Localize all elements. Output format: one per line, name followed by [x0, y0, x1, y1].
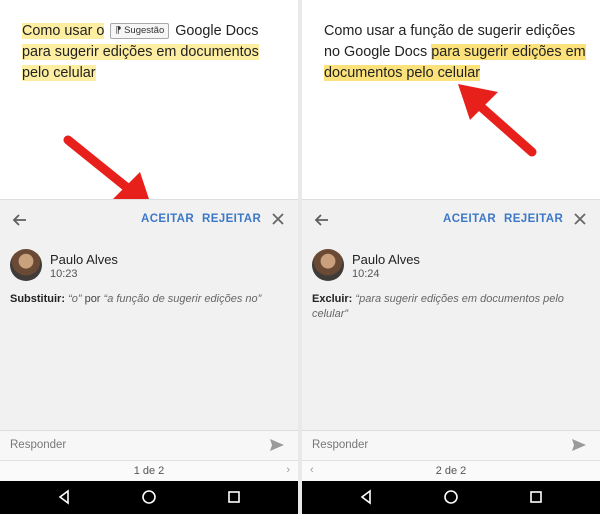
- android-navbar: [302, 481, 600, 514]
- suggestion-chip-label: Sugestão: [124, 25, 165, 36]
- suggestion-detail: Excluir: “para sugerir edições em docume…: [312, 292, 582, 322]
- arrow-back-icon[interactable]: [10, 210, 30, 230]
- accept-button[interactable]: ACEITAR: [141, 213, 194, 225]
- pager-label: 2 de 2: [435, 465, 467, 477]
- comment-toolbar: ACEITAR REJEITAR: [0, 200, 298, 240]
- avatar: [10, 249, 42, 281]
- document-text[interactable]: Como usar a função de sugerir edições no…: [324, 21, 586, 84]
- nav-home-icon[interactable]: [443, 489, 459, 505]
- right-screen: Como usar a função de sugerir edições no…: [302, 0, 600, 514]
- comment-panel: ACEITAR REJEITAR Paulo Alves 10:24 Exclu…: [302, 199, 600, 431]
- nav-home-icon[interactable]: [141, 489, 157, 505]
- close-icon[interactable]: [268, 209, 288, 229]
- nav-back-icon[interactable]: [56, 489, 72, 505]
- doc-text-after: Google Docs: [171, 23, 259, 39]
- document-area[interactable]: Como usar o ⁋ Sugestão Google Docs para …: [0, 0, 298, 208]
- arrow-back-icon[interactable]: [312, 210, 332, 230]
- doc-highlight: para sugerir edições em documentos pelo …: [22, 44, 259, 81]
- new-text: “a função de sugerir edições no”: [103, 293, 262, 305]
- comment-time: 10:24: [352, 268, 380, 280]
- reject-button[interactable]: REJEITAR: [504, 213, 563, 225]
- nav-back-icon[interactable]: [358, 489, 374, 505]
- comment-panel: ACEITAR REJEITAR Paulo Alves 10:23 Subst…: [0, 199, 298, 431]
- send-icon[interactable]: [268, 436, 286, 454]
- reply-input[interactable]: Responder: [312, 439, 368, 451]
- connector-text: por: [81, 293, 104, 305]
- nav-recents-icon[interactable]: [528, 489, 544, 505]
- reply-bar: Responder: [0, 430, 298, 461]
- comment-author: Paulo Alves: [50, 252, 118, 267]
- reply-input[interactable]: Responder: [10, 439, 66, 451]
- pager-label: 1 de 2: [133, 465, 165, 477]
- pager: ‹ 2 de 2: [302, 460, 600, 482]
- comment-author: Paulo Alves: [352, 252, 420, 267]
- comment-time: 10:23: [50, 268, 78, 280]
- suggestion-chip[interactable]: ⁋ Sugestão: [110, 23, 170, 39]
- comment-toolbar: ACEITAR REJEITAR: [302, 200, 600, 240]
- android-navbar: [0, 481, 298, 514]
- pager: 1 de 2 ›: [0, 460, 298, 482]
- old-text: “o”: [68, 293, 82, 305]
- close-icon[interactable]: [570, 209, 590, 229]
- send-icon[interactable]: [570, 436, 588, 454]
- left-screen: Como usar o ⁋ Sugestão Google Docs para …: [0, 0, 298, 514]
- action-label: Excluir:: [312, 293, 353, 305]
- chevron-right-icon[interactable]: ›: [286, 464, 290, 476]
- document-area[interactable]: Como usar a função de sugerir edições no…: [302, 0, 600, 199]
- suggestion-detail: Substituir: “o” por “a função de sugerir…: [10, 292, 280, 307]
- action-label: Substituir:: [10, 293, 65, 305]
- red-pointer-arrow: [458, 84, 537, 157]
- doc-text-before: Como usar o: [22, 23, 105, 39]
- document-text[interactable]: Como usar o ⁋ Sugestão Google Docs para …: [22, 21, 284, 84]
- nav-recents-icon[interactable]: [226, 489, 242, 505]
- accept-button[interactable]: ACEITAR: [443, 213, 496, 225]
- reply-bar: Responder: [302, 430, 600, 461]
- reject-button[interactable]: REJEITAR: [202, 213, 261, 225]
- avatar: [312, 249, 344, 281]
